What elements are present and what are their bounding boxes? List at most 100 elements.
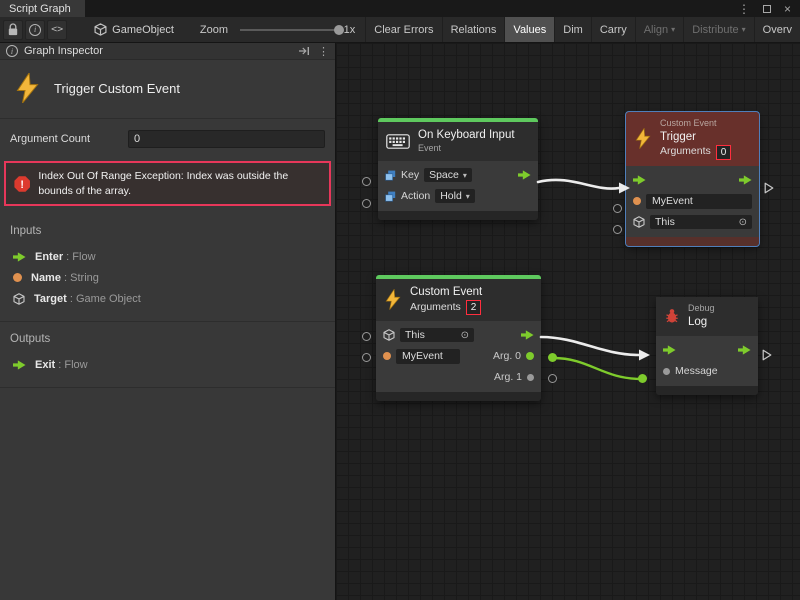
gameobject-cube-icon — [13, 293, 25, 305]
input-key-icon — [385, 170, 396, 181]
values-button[interactable]: Values — [504, 17, 554, 43]
chevron-down-icon: ▾ — [466, 192, 470, 201]
string-port[interactable] — [633, 197, 641, 205]
clear-errors-button[interactable]: Clear Errors — [365, 17, 441, 43]
action-dropdown[interactable]: Hold▾ — [435, 189, 475, 203]
flow-row — [656, 340, 758, 361]
message-label: Message — [675, 365, 718, 377]
wire-endpoint-dot[interactable] — [548, 353, 557, 362]
port-row-enter: Enter : Flow — [0, 246, 335, 267]
error-octagon-icon — [14, 174, 30, 194]
align-button[interactable]: Align▾ — [635, 17, 683, 43]
graph-canvas[interactable]: On Keyboard Input Event Key Space▾ Actio… — [336, 43, 800, 600]
arg1-port[interactable] — [527, 374, 534, 381]
gameobject-chip[interactable]: GameObject — [94, 23, 174, 36]
key-dropdown[interactable]: Space▾ — [424, 168, 472, 182]
zoom-label: Zoom — [200, 24, 228, 36]
wire-keyboard-to-trigger — [538, 180, 619, 189]
node-title: On Keyboard Input — [418, 128, 515, 143]
message-port[interactable] — [663, 368, 670, 375]
port-circle[interactable] — [613, 204, 622, 213]
distribute-button[interactable]: Distribute▾ — [683, 17, 753, 43]
event-name-field[interactable]: MyEvent — [646, 194, 752, 209]
target-dropdown[interactable]: This⊙ — [650, 215, 752, 229]
gameobject-cube-icon — [633, 216, 645, 228]
zoom-slider-handle[interactable] — [334, 25, 344, 35]
node-subtitle: Arguments — [410, 301, 461, 315]
lightning-bolt-icon — [14, 73, 41, 103]
flow-input-port[interactable] — [663, 345, 676, 355]
zoom-slider[interactable] — [240, 23, 336, 37]
graph-toolbar: i <> GameObject Zoom 1x Clear Errors Rel… — [0, 17, 800, 43]
argument-count-input[interactable] — [128, 130, 325, 148]
chevron-down-icon: ▾ — [463, 171, 467, 180]
port-row-name: Name : String — [0, 267, 335, 288]
node-category: Debug — [688, 303, 715, 315]
lock-button[interactable] — [3, 20, 23, 40]
dim-button[interactable]: Dim — [554, 17, 591, 43]
arg0-label: Arg. 0 — [493, 350, 521, 362]
bug-icon — [664, 308, 680, 324]
overview-button[interactable]: Overv — [754, 17, 800, 43]
target-dropdown[interactable]: This⊙ — [400, 328, 474, 342]
lock-icon — [8, 23, 18, 36]
wire-endpoint-dot[interactable] — [638, 374, 647, 383]
dock-icon[interactable] — [298, 45, 310, 57]
edit-code-button[interactable]: <> — [47, 20, 67, 40]
node-header[interactable]: Custom Event Arguments2 — [376, 279, 541, 321]
flow-output-port[interactable] — [518, 170, 531, 180]
node-header[interactable]: On Keyboard Input Event — [378, 122, 538, 161]
node-title: Custom Event — [410, 285, 482, 300]
flow-output-port[interactable] — [521, 330, 534, 340]
flow-continue-icon — [762, 349, 772, 361]
string-port[interactable] — [383, 352, 391, 360]
inspect-button[interactable]: i — [25, 20, 45, 40]
object-picker-icon[interactable]: ⊙ — [461, 330, 469, 341]
tab-script-graph[interactable]: Script Graph — [0, 0, 85, 17]
inspector-header-title: Graph Inspector — [24, 45, 103, 57]
gameobject-label: GameObject — [112, 24, 174, 36]
flow-output-port[interactable] — [738, 345, 751, 355]
maximize-icon[interactable] — [763, 5, 771, 13]
key-row: Key Space▾ — [378, 165, 538, 186]
flow-output-port[interactable] — [739, 175, 752, 185]
code-icon: <> — [51, 24, 63, 35]
port-circle[interactable] — [362, 353, 371, 362]
inspector-header: i Graph Inspector ⋮ — [0, 43, 335, 60]
node-header[interactable]: Debug Log — [656, 297, 758, 336]
info-icon: i — [6, 45, 18, 57]
flow-arrow-icon — [13, 252, 26, 262]
carry-button[interactable]: Carry — [591, 17, 635, 43]
node-header[interactable]: Custom Event Trigger Arguments0 — [626, 112, 759, 166]
relations-button[interactable]: Relations — [442, 17, 505, 43]
flow-arrow-icon — [13, 360, 26, 370]
string-port-icon — [13, 273, 22, 282]
chevron-down-icon: ▾ — [742, 25, 746, 34]
window-menu-icon[interactable]: ⋮ — [738, 2, 750, 16]
node-custom-event[interactable]: Custom Event Arguments2 This⊙ MyEvent Ar… — [376, 275, 541, 401]
arg1-row: Arg. 1 — [376, 367, 541, 388]
action-label: Action — [401, 190, 430, 202]
port-circle[interactable] — [548, 374, 557, 383]
inspector-node-title: Trigger Custom Event — [0, 60, 335, 119]
event-name-field[interactable]: MyEvent — [396, 349, 460, 364]
flow-row — [626, 170, 759, 191]
port-row-target: Target : Game Object — [0, 288, 335, 309]
pane-menu-icon[interactable]: ⋮ — [318, 45, 329, 58]
close-icon[interactable]: × — [784, 2, 791, 16]
node-debug-log[interactable]: Debug Log Message — [656, 297, 758, 395]
port-circle[interactable] — [362, 177, 371, 186]
object-picker-icon[interactable]: ⊙ — [739, 217, 747, 228]
arg0-port[interactable] — [526, 352, 534, 360]
flow-input-port[interactable] — [633, 175, 646, 185]
node-on-keyboard-input[interactable]: On Keyboard Input Event Key Space▾ Actio… — [378, 118, 538, 220]
argument-count-badge: 0 — [716, 145, 732, 160]
port-circle[interactable] — [362, 332, 371, 341]
port-circle[interactable] — [613, 225, 622, 234]
port-circle[interactable] — [362, 199, 371, 208]
unity-graph-window: Script Graph ⋮ × i <> GameObject Zoom 1x… — [0, 0, 800, 600]
argument-count-label: Argument Count — [10, 133, 120, 145]
tab-label: Script Graph — [9, 3, 71, 15]
action-row: Action Hold▾ — [378, 186, 538, 207]
node-trigger-custom-event[interactable]: Custom Event Trigger Arguments0 MyEvent — [626, 112, 759, 246]
